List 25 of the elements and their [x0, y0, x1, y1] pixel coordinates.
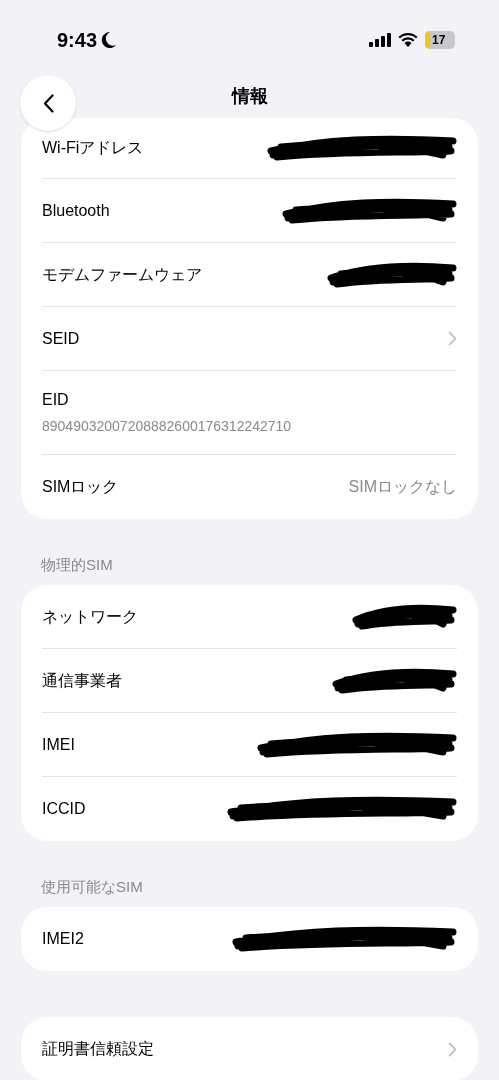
wifi-icon	[398, 32, 418, 47]
chevron-icon	[448, 1041, 457, 1057]
back-icon	[42, 93, 54, 113]
row-value: 89049032007208882600176312242710	[42, 417, 293, 436]
row-label: Bluetooth	[42, 200, 110, 221]
battery-indicator: 17	[425, 30, 455, 49]
row-label: Wi-Fiアドレス	[42, 138, 144, 158]
row-label: 証明書信頼設定	[42, 1039, 154, 1059]
row-label: IMEI	[42, 734, 75, 755]
row-label: ICCID	[42, 799, 86, 819]
row-label: SEID	[42, 328, 80, 349]
row-label: SIMロック	[42, 477, 119, 497]
row-label: EID	[42, 390, 70, 410]
status-time: 9:43	[57, 27, 98, 53]
row-label: IMEI2	[42, 929, 84, 949]
row-value: SIMロックなし	[348, 477, 457, 497]
back-button[interactable]	[20, 75, 76, 131]
page-title: 情報	[231, 85, 268, 108]
signal-icon	[369, 32, 391, 47]
row-label: 通信事業者	[42, 670, 122, 691]
row-label: モデムファームウェア	[42, 264, 202, 285]
section-header: 使用可能なSIM	[41, 878, 143, 895]
chevron-icon	[448, 331, 457, 346]
row-label: ネットワーク	[42, 606, 138, 627]
section-header: 物理的SIM	[41, 556, 113, 573]
